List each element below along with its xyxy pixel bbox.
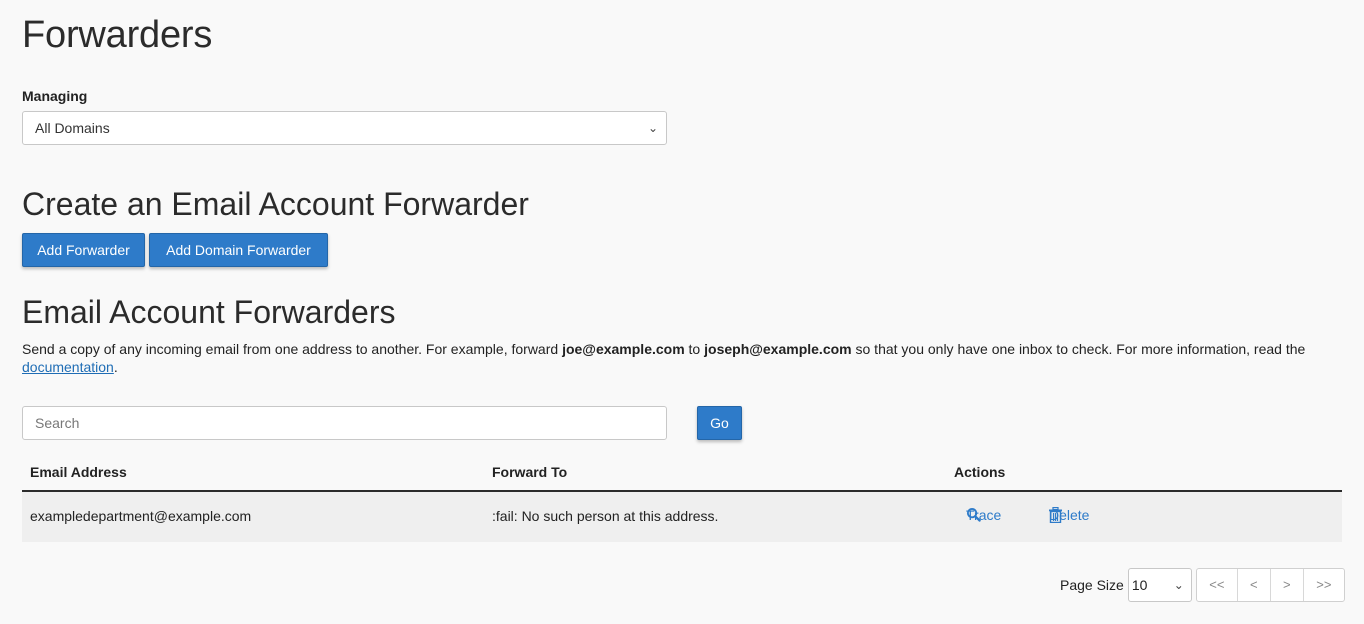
page-size-value: 10 xyxy=(1131,577,1148,593)
delete-label: Delete xyxy=(1049,507,1090,523)
add-forwarder-button[interactable]: Add Forwarder xyxy=(22,233,145,267)
create-forwarder-heading: Create an Email Account Forwarder xyxy=(22,186,529,222)
first-page-button[interactable]: << xyxy=(1197,569,1238,601)
managing-domain-select[interactable]: All Domains ⌄ xyxy=(22,111,667,145)
page-size-select[interactable]: 10 ⌄ xyxy=(1127,568,1192,602)
page-size-label: Page Size xyxy=(1060,577,1124,593)
last-page-button[interactable]: >> xyxy=(1304,569,1344,601)
page-title: Forwarders xyxy=(22,14,213,56)
column-header-actions: Actions xyxy=(954,464,1006,480)
managing-selected-value: All Domains xyxy=(35,120,110,136)
cell-forward-to: :fail: No such person at this address. xyxy=(492,508,719,524)
description-text: Send a copy of any incoming email from o… xyxy=(22,340,1342,376)
trace-link[interactable]: Trace xyxy=(966,507,1001,523)
description-part: . xyxy=(113,359,118,375)
cell-email-address: exampledepartment@example.com xyxy=(30,508,252,524)
add-domain-forwarder-button[interactable]: Add Domain Forwarder xyxy=(149,233,328,267)
column-header-email-address[interactable]: Email Address xyxy=(30,464,127,480)
description-part: so that you only have one inbox to check… xyxy=(851,341,1306,357)
chevron-down-icon: ⌄ xyxy=(1173,578,1184,592)
forwarders-table: Email Address Forward To Actions example… xyxy=(22,456,1342,542)
previous-page-button[interactable]: < xyxy=(1238,569,1271,601)
email-account-forwarders-heading: Email Account Forwarders xyxy=(22,294,396,330)
pagination: Page Size 10 ⌄ << < > >> xyxy=(1060,568,1345,602)
managing-label: Managing xyxy=(22,88,88,104)
example-source-email: joe@example.com xyxy=(562,341,685,357)
description-part: Send a copy of any incoming email from o… xyxy=(22,341,563,357)
column-header-forward-to[interactable]: Forward To xyxy=(492,464,567,480)
search-input[interactable] xyxy=(22,406,667,440)
go-button[interactable]: Go xyxy=(697,406,742,440)
delete-link[interactable]: Delete xyxy=(1049,507,1089,523)
trace-label: Trace xyxy=(966,506,1002,523)
chevron-down-icon: ⌄ xyxy=(647,121,658,135)
example-destination-email: joseph@example.com xyxy=(704,341,852,357)
description-part: to xyxy=(684,341,705,357)
table-row: exampledepartment@example.com :fail: No … xyxy=(22,492,1342,542)
documentation-link[interactable]: documentation xyxy=(22,359,114,375)
pagination-buttons: << < > >> xyxy=(1195,568,1345,602)
table-header: Email Address Forward To Actions xyxy=(22,456,1342,492)
next-page-button[interactable]: > xyxy=(1271,569,1304,601)
